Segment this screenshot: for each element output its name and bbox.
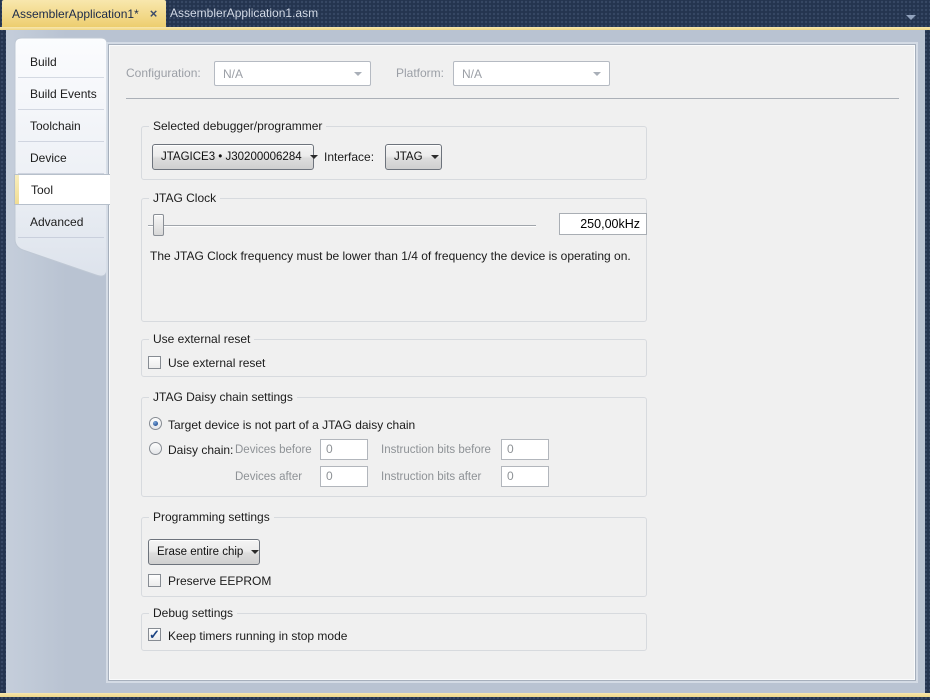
sidebar-item-tool[interactable]: Tool [14,174,110,205]
use-external-reset-label: Use external reset [168,356,266,370]
app-window: AssemblerApplication1* × AssemblerApplic… [0,0,930,700]
debugger-group: Selected debugger/programmer JTAGICE3 • … [141,119,647,180]
keep-timers-label: Keep timers running in stop mode [168,629,348,643]
chevron-down-icon [593,71,601,76]
instruction-bits-after-label: Instruction bits after [381,471,482,483]
configuration-label: Configuration: [126,66,201,80]
sidebar-item-device[interactable]: Device [18,142,104,174]
preserve-eeprom-label: Preserve EEPROM [168,574,272,588]
tool-settings-panel: Configuration: N/A Platform: N/A Selecte… [108,44,916,681]
header-separator [126,98,899,99]
sidebar-item-label: Advanced [30,215,84,229]
use-external-reset-checkbox[interactable] [148,356,161,369]
not-part-of-daisy-chain-radio[interactable] [149,417,162,430]
configuration-select: N/A [214,61,371,86]
group-title: Selected debugger/programmer [149,119,327,134]
tab-label: AssemblerApplication1.asm [170,6,319,20]
interface-select-button[interactable]: JTAG [385,144,442,170]
chevron-down-icon [309,155,318,159]
preserve-eeprom-checkbox[interactable] [148,574,161,587]
devices-after-label: Devices after [235,471,303,483]
debugger-select-button[interactable]: JTAGICE3 • J30200006284 [152,144,318,170]
chevron-down-icon [430,155,439,159]
sidebar-item-build-events[interactable]: Build Events [18,78,104,110]
jtag-clock-slider-thumb[interactable] [153,214,164,236]
selected-accent-bar [15,175,19,204]
debugger-value: JTAGICE3 • J30200006284 [161,151,302,163]
group-title: JTAG Clock [149,191,221,206]
sidebar-item-label: Device [30,151,67,165]
configuration-value: N/A [223,66,244,81]
jtag-clock-hint: The JTAG Clock frequency must be lower t… [150,249,631,263]
sidebar-item-label: Build [30,55,57,69]
daisy-chain-label: Daisy chain: [168,443,234,457]
daisy-chain-group: JTAG Daisy chain settings Target device … [141,390,647,497]
interface-label: Interface: [324,150,375,164]
external-reset-group: Use external reset Use external reset [141,332,647,377]
instruction-bits-before-field: 0 [501,439,549,460]
sidebar-item-label: Build Events [30,87,97,101]
group-title: Debug settings [149,606,238,621]
document-tab-strip: AssemblerApplication1* × AssemblerApplic… [0,0,930,27]
instruction-bits-before-label: Instruction bits before [381,444,491,456]
sidebar-item-label: Toolchain [30,119,81,133]
erase-mode-select-button[interactable]: Erase entire chip [148,539,260,565]
sidebar-item-toolchain[interactable]: Toolchain [18,110,104,142]
group-title: Use external reset [149,332,255,347]
devices-before-field: 0 [320,439,368,460]
keep-timers-checkbox[interactable]: ✓ [148,628,161,641]
sidebar-item-advanced[interactable]: Advanced [18,206,104,238]
erase-mode-value: Erase entire chip [157,546,244,558]
chevron-down-icon [251,550,260,554]
chevron-down-icon[interactable] [906,15,916,20]
group-title: Programming settings [149,510,274,525]
sidebar-item-label: Tool [31,183,54,197]
tab-assembler-application1[interactable]: AssemblerApplication1* × [2,0,167,27]
radio-selected-dot [153,421,158,426]
daisy-chain-radio[interactable] [149,442,162,455]
group-title: JTAG Daisy chain settings [149,390,297,405]
programming-group: Programming settings Erase entire chip P… [141,510,647,597]
interface-value: JTAG [394,151,423,163]
platform-label: Platform: [396,66,445,80]
not-part-of-daisy-chain-label: Target device is not part of a JTAG dais… [168,418,416,432]
instruction-bits-after-field: 0 [501,466,549,487]
devices-after-field: 0 [320,466,368,487]
devices-before-label: Devices before [235,444,312,456]
jtag-clock-value-field[interactable]: 250,00kHz [559,213,647,235]
jtag-clock-group: JTAG Clock 250,00kHz The JTAG Clock freq… [141,191,647,322]
chevron-down-icon [354,71,362,76]
tab-label: AssemblerApplication1* [12,6,139,21]
sidebar-item-build[interactable]: Build [18,46,104,78]
platform-value: N/A [462,66,483,81]
tab-assembler-application1-asm[interactable]: AssemblerApplication1.asm [160,0,328,27]
debug-group: Debug settings ✓ Keep timers running in … [141,606,647,651]
close-icon[interactable]: × [150,7,158,20]
platform-select: N/A [453,61,610,86]
check-icon: ✓ [149,627,160,642]
accent-line-bottom [0,693,930,697]
jtag-clock-slider-track[interactable] [148,225,536,226]
